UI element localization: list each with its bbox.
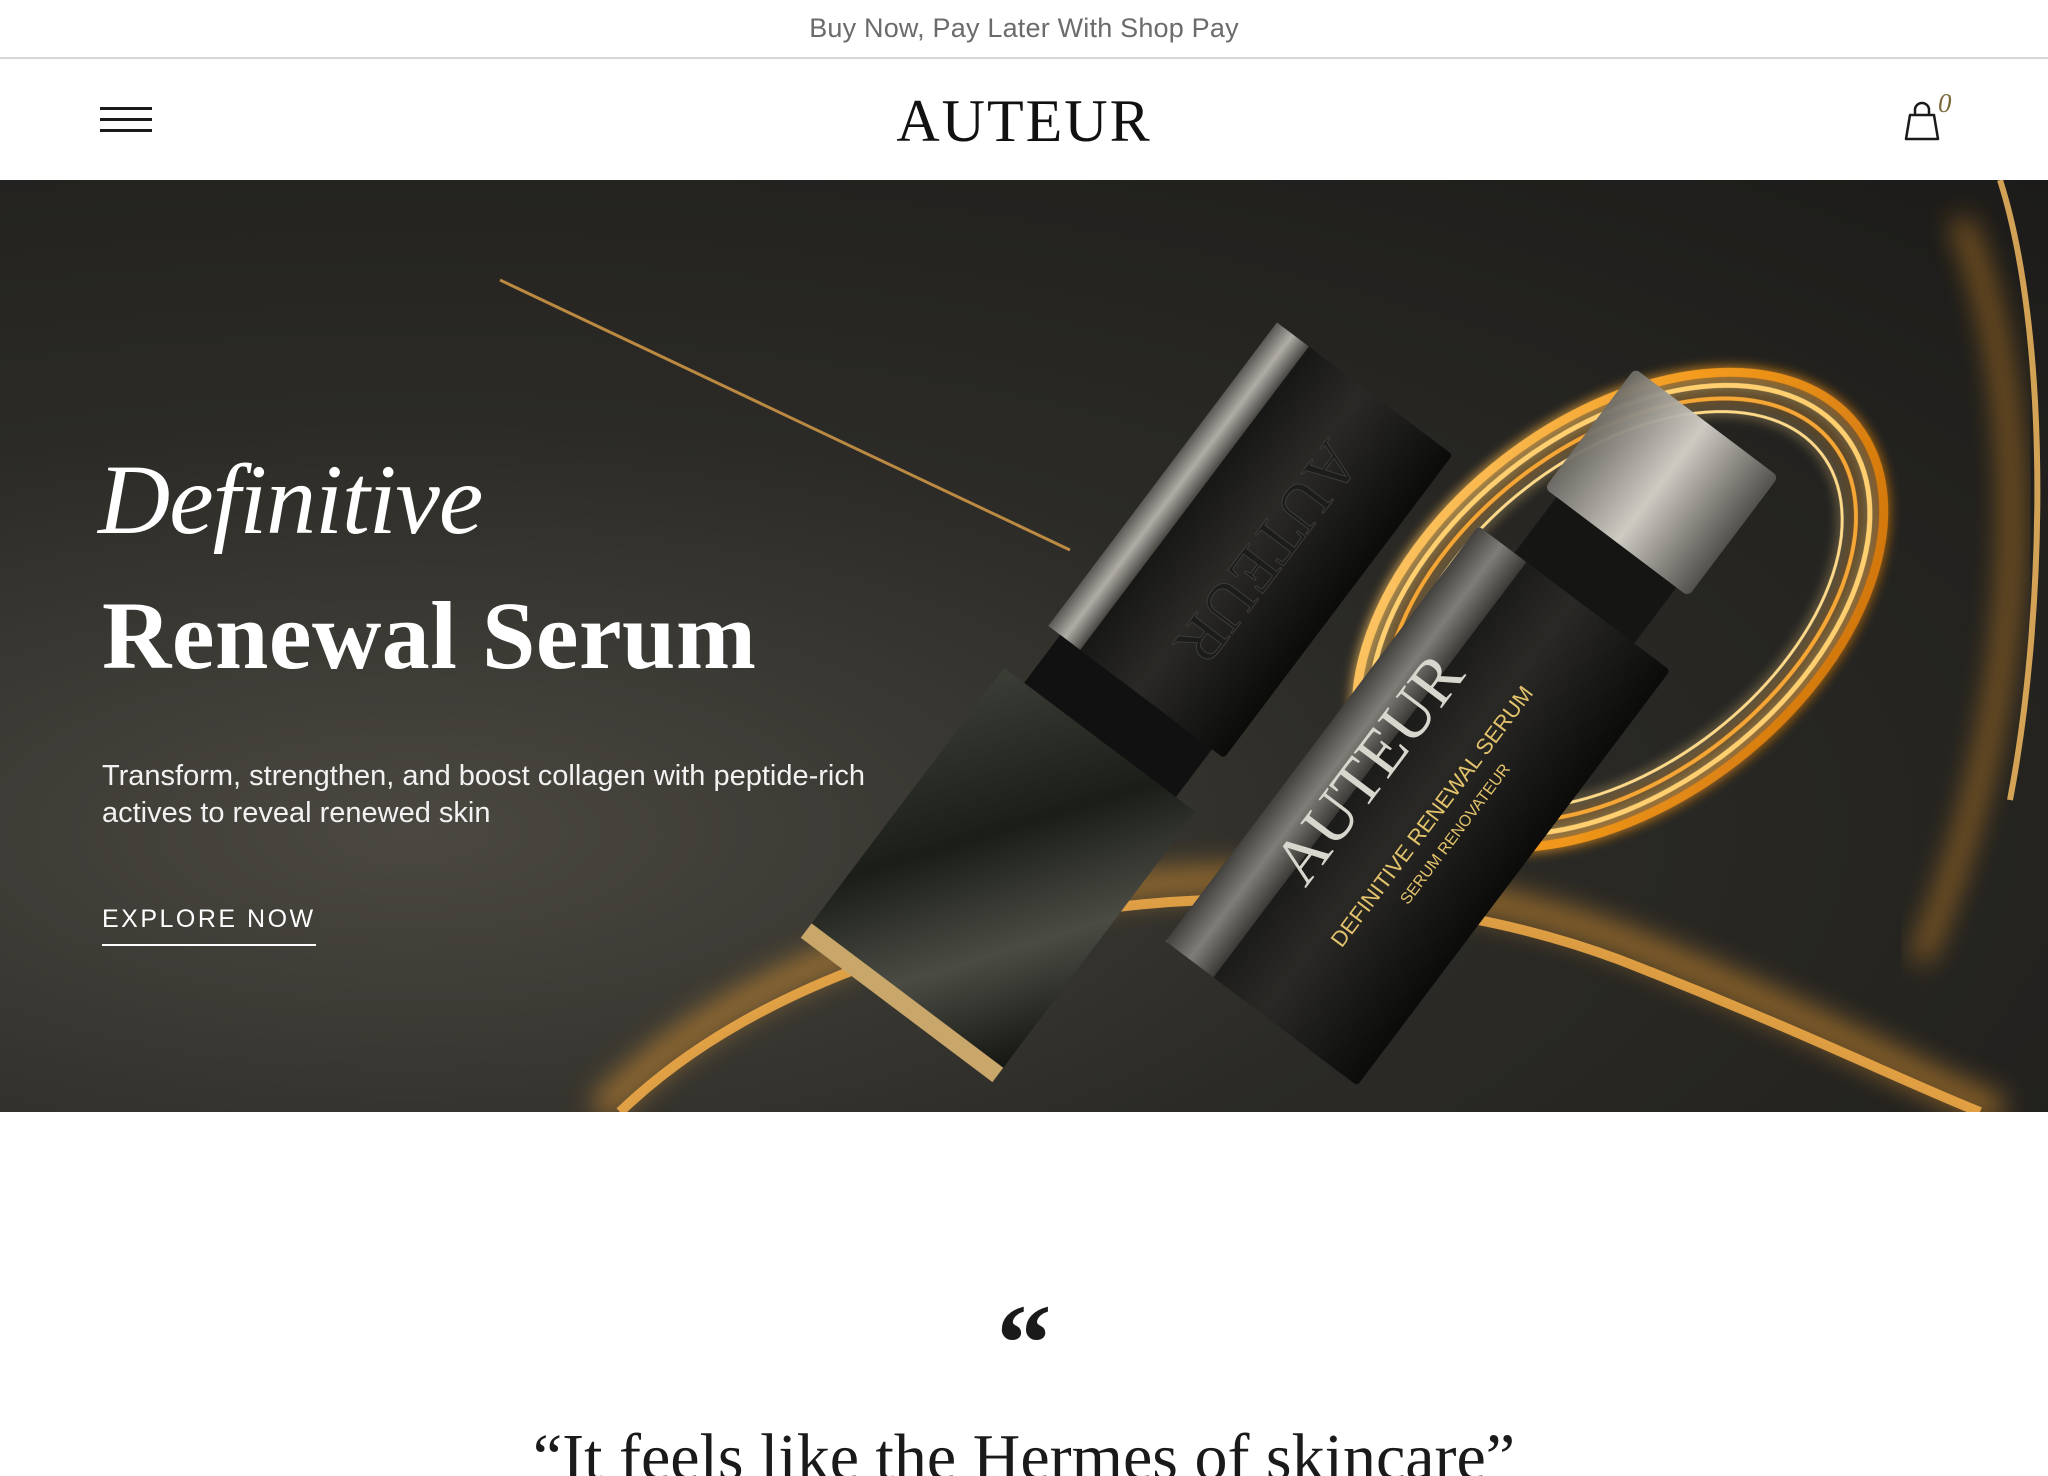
site-header: AUTEUR 0 xyxy=(0,59,2048,180)
site-logo[interactable]: AUTEUR xyxy=(0,87,2048,156)
testimonial-quote: “It feels like the Hermes of skincare” xyxy=(532,1421,1516,1476)
explore-now-button[interactable]: EXPLORE NOW xyxy=(102,905,316,946)
cart-count-badge[interactable]: 0 xyxy=(1938,88,1952,119)
hero-eyebrow: Definitive xyxy=(98,444,483,555)
announcement-bar: Buy Now, Pay Later With Shop Pay xyxy=(0,0,2048,59)
hero-title: Renewal Serum xyxy=(102,582,757,689)
quote-mark-icon: “ xyxy=(996,1282,1052,1404)
hero-description: Transform, strengthen, and boost collage… xyxy=(102,760,866,829)
hero-banner: AUTEUR AUTEUR DEFINITIVE RENEWAL SERUM S… xyxy=(0,180,2048,1112)
shopping-bag-icon[interactable] xyxy=(1902,99,1942,141)
announcement-text[interactable]: Buy Now, Pay Later With Shop Pay xyxy=(809,13,1239,44)
